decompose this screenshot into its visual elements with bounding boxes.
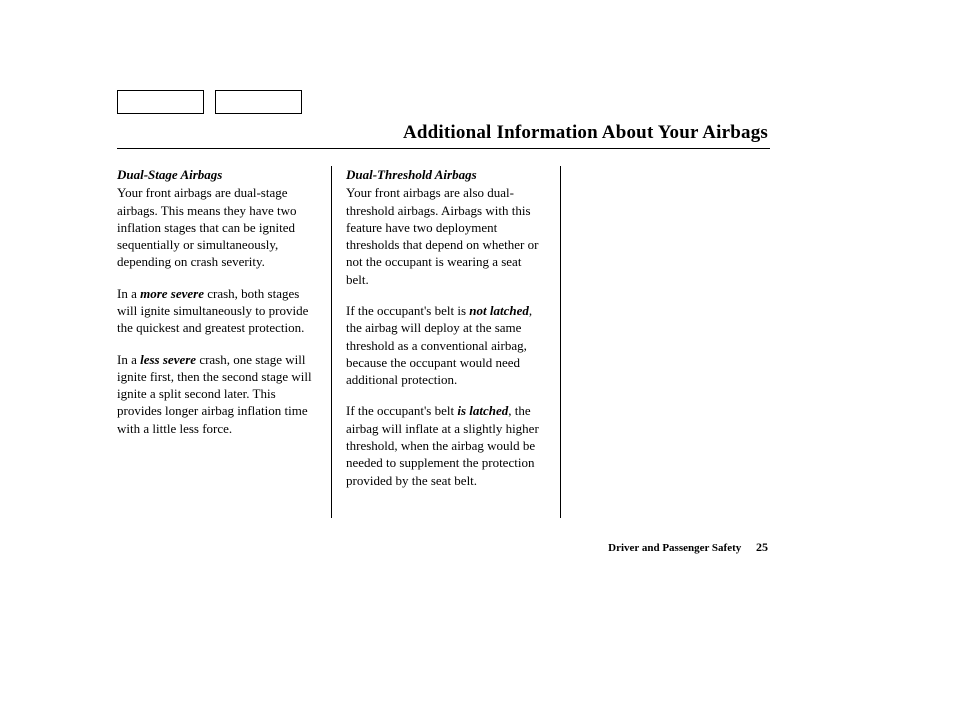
- column-left: Dual-Stage Airbags Your front airbags ar…: [117, 166, 331, 518]
- crop-box: [215, 90, 302, 114]
- column-right: [560, 166, 789, 518]
- emphasis-less-severe: less severe: [140, 352, 196, 367]
- page-footer: Driver and Passenger Safety 25: [608, 540, 768, 555]
- col2-heading: Dual-Threshold Airbags: [346, 166, 546, 183]
- col2-p2: If the occupant's belt is not latched, t…: [346, 302, 546, 388]
- content-columns: Dual-Stage Airbags Your front airbags ar…: [117, 166, 772, 518]
- emphasis-is-latched: is latched: [457, 403, 508, 418]
- column-middle: Dual-Threshold Airbags Your front airbag…: [331, 166, 560, 518]
- col1-p3: In a less severe crash, one stage will i…: [117, 351, 317, 437]
- crop-mark-row: [117, 90, 302, 114]
- manual-page: Additional Information About Your Airbag…: [0, 0, 954, 710]
- col1-p2: In a more severe crash, both stages will…: [117, 285, 317, 337]
- page-number: 25: [756, 540, 768, 554]
- page-title: Additional Information About Your Airbag…: [403, 122, 768, 144]
- col1-heading: Dual-Stage Airbags: [117, 166, 317, 183]
- crop-box: [117, 90, 204, 114]
- col2-p1: Your front airbags are also dual-thresho…: [346, 184, 546, 288]
- col2-p3: If the occupant's belt is latched, the a…: [346, 402, 546, 488]
- emphasis-more-severe: more severe: [140, 286, 204, 301]
- title-divider: [117, 148, 770, 149]
- footer-section-label: Driver and Passenger Safety: [608, 542, 741, 554]
- emphasis-not-latched: not latched: [469, 303, 529, 318]
- col1-p1: Your front airbags are dual-stage airbag…: [117, 184, 317, 270]
